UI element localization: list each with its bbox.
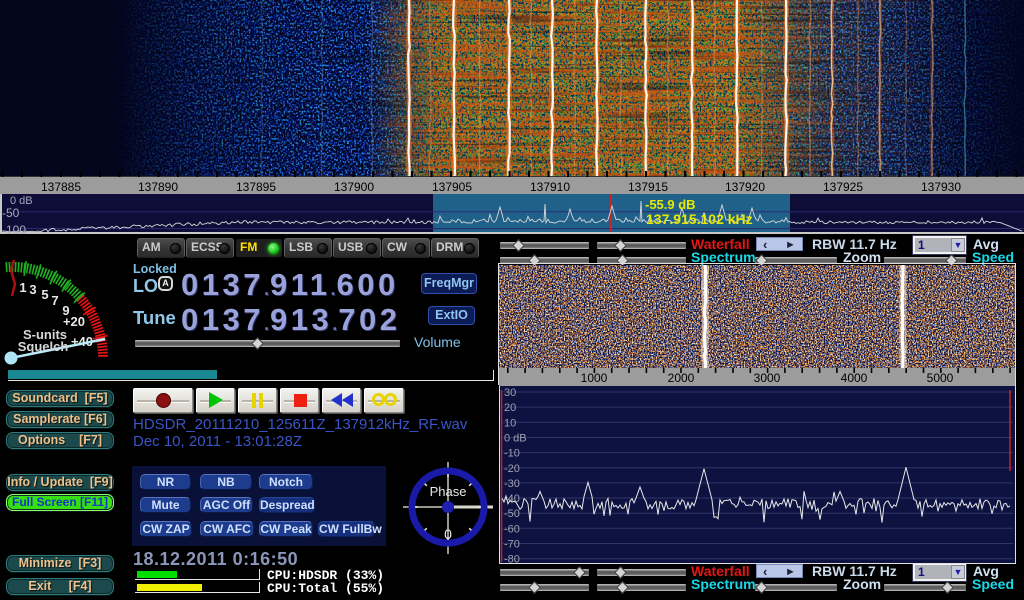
svg-text:7: 7 <box>51 293 58 308</box>
svg-text:0: 0 <box>444 526 452 542</box>
svg-text:30: 30 <box>504 387 516 399</box>
svg-text:1: 1 <box>19 280 26 295</box>
svg-text:5: 5 <box>41 287 48 302</box>
svg-text:10: 10 <box>504 417 516 429</box>
svg-text:-60: -60 <box>504 523 520 535</box>
svg-text:-80: -80 <box>504 554 520 563</box>
svg-text:-10: -10 <box>504 448 520 460</box>
svg-text:-70: -70 <box>504 539 520 551</box>
svg-text:-20: -20 <box>504 463 520 475</box>
svg-text:-30: -30 <box>504 478 520 490</box>
svg-text:0 dB: 0 dB <box>504 433 527 445</box>
svg-text:Phase: Phase <box>430 484 467 499</box>
svg-text:20: 20 <box>504 402 516 414</box>
svg-text:-50: -50 <box>504 508 520 520</box>
svg-text:3: 3 <box>29 282 36 297</box>
